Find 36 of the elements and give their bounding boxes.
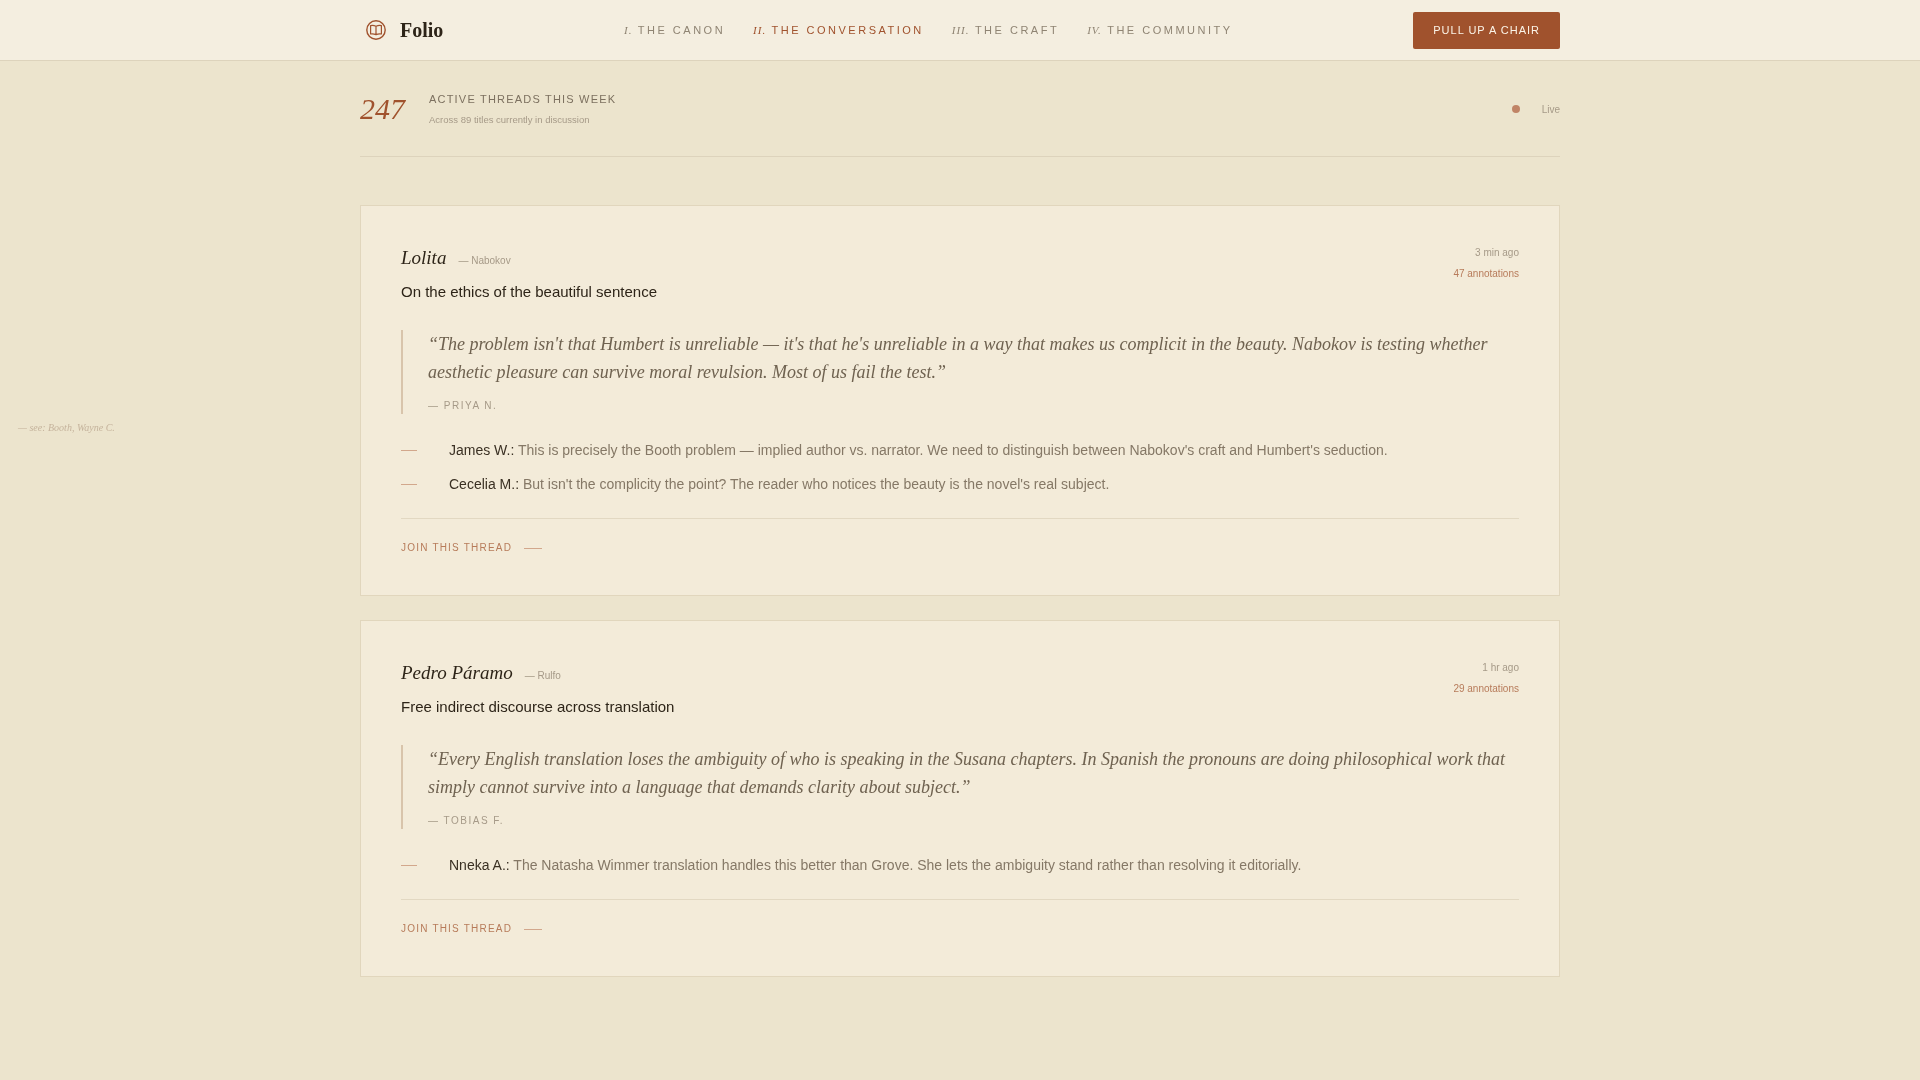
- book-title: Lolita: [401, 246, 447, 270]
- reply-text: Nneka A.: The Natasha Wimmer translation handles this better than Grove. She lets the ambiguity stand rather than resolving it editorially.: [449, 856, 1302, 875]
- dash-icon: [401, 864, 417, 866]
- dash-icon: [401, 449, 417, 451]
- annotations-link[interactable]: 47 annotations: [1453, 267, 1519, 281]
- book-title: Pedro Páramo: [401, 661, 513, 685]
- line-icon: [524, 547, 543, 549]
- reply-text: James W.: This is precisely the Booth problem — implied author vs. narrator. We need to distinguish between Nabokov's craft and Humbert's seduction.: [449, 441, 1388, 460]
- nav-link[interactable]: IV. THE COMMUNITY: [1087, 24, 1233, 36]
- join-thread-link[interactable]: JOIN THIS THREAD: [401, 922, 543, 936]
- line-icon: [524, 928, 543, 930]
- stat-detail: Across 89 titles currently in discussion: [429, 113, 590, 127]
- stat-label: ACTIVE THREADS THIS WEEK: [429, 92, 617, 107]
- book-author: — Nabokov: [458, 255, 511, 266]
- pull-up-a-chair-button[interactable]: PULL UP A CHAIR: [1413, 11, 1560, 49]
- nav-link[interactable]: III. THE CRAFT: [951, 24, 1060, 36]
- thread-count: 247: [360, 92, 407, 126]
- book-emblem-icon: [366, 20, 386, 40]
- join-thread-link[interactable]: JOIN THIS THREAD: [401, 541, 543, 555]
- nav-link[interactable]: II. THE CONVERSATION: [753, 24, 924, 36]
- book-author: — Rulfo: [524, 670, 561, 681]
- dash-icon: [401, 483, 417, 485]
- reply-text: Cecelia M.: But isn't the complicity the point? The reader who notices the beauty is the novel's real subject.: [449, 475, 1110, 494]
- brand-name[interactable]: Folio: [400, 18, 444, 42]
- quote-text: “The problem isn't that Humbert is unreliable — it's that he's unreliable in a way that makes us complicit in the beauty. Nabokov is testing whether aesthetic pleasure can survive moral revulsion. Most of us fail the test.”: [428, 333, 1489, 384]
- annotations-link[interactable]: 29 annotations: [1453, 682, 1519, 696]
- thread-topic: On the ethics of the beautiful sentence: [401, 282, 657, 302]
- post-time: 3 min ago: [1475, 246, 1519, 260]
- nav-link[interactable]: I. THE CANON: [624, 24, 726, 36]
- thread-topic: Free indirect discourse across translation: [401, 697, 675, 717]
- quote-author: — PRIYA N.: [428, 399, 498, 413]
- quote-text: “Every English translation loses the ambiguity of who is speaking in the Susana chapters. In Spanish the pronouns are doing philosophical work that simply cannot survive into a language that demands clarity about subject.”: [428, 748, 1507, 799]
- status-dot-icon: [1511, 105, 1520, 113]
- quote-author: — TOBIAS F.: [428, 814, 505, 828]
- live-status: Live: [1541, 103, 1560, 115]
- post-time: 1 hr ago: [1482, 661, 1519, 675]
